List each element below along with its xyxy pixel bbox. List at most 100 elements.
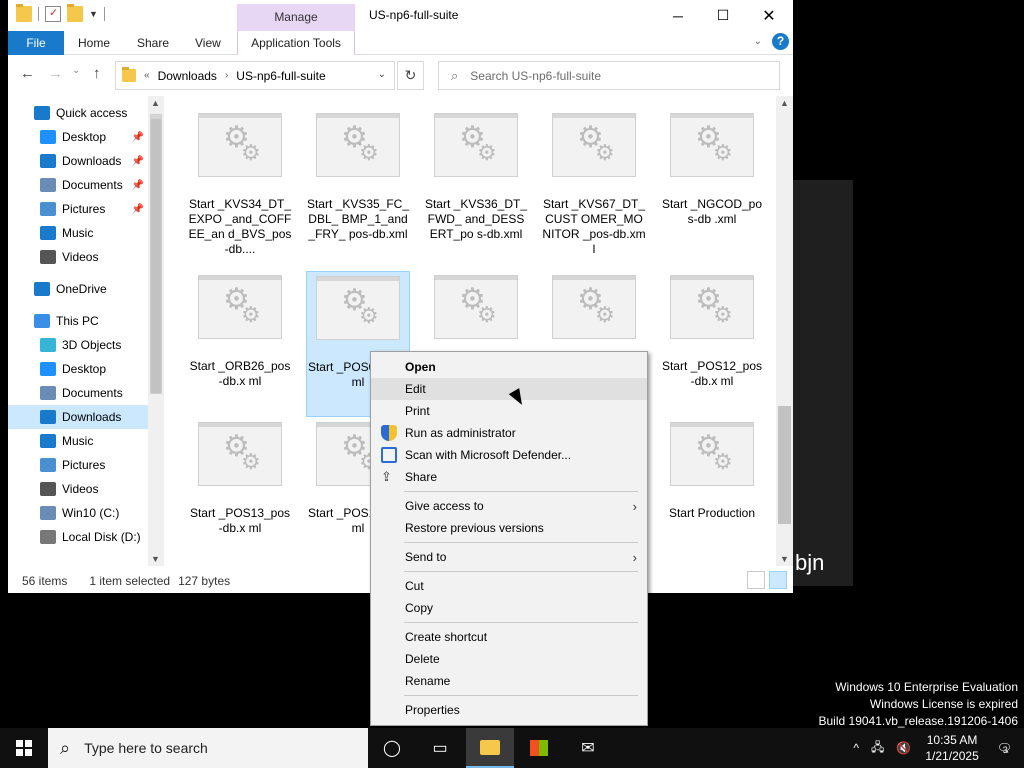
- details-view-button[interactable]: [747, 571, 765, 589]
- sidebar-item-3d-objects[interactable]: 3D Objects: [8, 333, 148, 357]
- menu-item-create-shortcut[interactable]: Create shortcut: [371, 626, 647, 648]
- network-icon[interactable]: 🖧: [871, 738, 884, 759]
- sidebar-item-pictures[interactable]: Pictures 📌: [8, 197, 148, 221]
- large-icons-view-button[interactable]: [769, 571, 787, 589]
- content-scrollbar[interactable]: ▲ ▼: [776, 96, 793, 566]
- task-view-icon[interactable]: ▭: [416, 728, 464, 768]
- sidebar-item-videos[interactable]: Videos: [8, 245, 148, 269]
- sidebar-item-desktop[interactable]: Desktop: [8, 357, 148, 381]
- file-name: Start _POS13_pos-db.x ml: [189, 506, 291, 535]
- manage-tab[interactable]: Manage: [237, 4, 355, 31]
- breadcrumb-current[interactable]: US-np6-full-suite: [236, 69, 325, 83]
- menu-item-run-as-administrator[interactable]: Run as administrator: [371, 422, 647, 444]
- maximize-button[interactable]: ☐: [700, 0, 746, 31]
- forward-arrow-icon[interactable]: →: [48, 65, 63, 82]
- sidebar-item-pictures[interactable]: Pictures: [8, 453, 148, 477]
- background-window[interactable]: bjn: [793, 180, 853, 586]
- address-row: ← → ⌄ ↑ « Downloads › US-np6-full-suite …: [8, 56, 793, 94]
- sidebar-item-music[interactable]: Music: [8, 429, 148, 453]
- minimize-button[interactable]: ─: [655, 0, 701, 31]
- nav-scrollbar[interactable]: ▲ ▼: [148, 96, 164, 566]
- cortana-icon[interactable]: ◯: [368, 728, 416, 768]
- sidebar-item-win10-c-[interactable]: Win10 (C:): [8, 501, 148, 525]
- clock[interactable]: 10:35 AM 1/21/2025: [925, 732, 978, 764]
- menu-item-label: Delete: [405, 652, 440, 666]
- sidebar-item-downloads[interactable]: Downloads: [8, 405, 148, 429]
- sidebar-item-videos[interactable]: Videos: [8, 477, 148, 501]
- file-item[interactable]: ⚙ ⚙ Start _POS12_pos-db.x ml: [660, 275, 764, 389]
- properties-icon[interactable]: [45, 6, 61, 22]
- menu-item-properties[interactable]: Properties: [371, 699, 647, 721]
- menu-item-give-access-to[interactable]: Give access to ›: [371, 495, 647, 517]
- expand-ribbon-icon[interactable]: ⌄: [754, 36, 762, 47]
- search-input[interactable]: ⌕ Search US-np6-full-suite: [438, 61, 780, 90]
- tab-share[interactable]: Share: [129, 31, 177, 55]
- tab-view[interactable]: View: [187, 31, 229, 55]
- menu-item-copy[interactable]: Copy: [371, 597, 647, 619]
- file-item[interactable]: ⚙⚙: [542, 275, 646, 359]
- menu-item-label: Properties: [405, 703, 460, 717]
- documents-icon: [40, 386, 56, 400]
- menu-item-print[interactable]: Print: [371, 400, 647, 422]
- menu-item-delete[interactable]: Delete: [371, 648, 647, 670]
- breadcrumb-downloads[interactable]: Downloads: [158, 69, 217, 83]
- qat-dropdown-icon[interactable]: ▼: [89, 9, 98, 19]
- sidebar-item-quick-access[interactable]: Quick access: [8, 101, 148, 125]
- file-item[interactable]: ⚙ ⚙ Start _KVS34_DT_EXPO _and_COFFEE_an d_…: [188, 113, 292, 257]
- store-icon[interactable]: [515, 728, 563, 768]
- ribbon: File Home Share View Application Tools ⌄…: [8, 31, 793, 55]
- new-folder-icon[interactable]: [67, 4, 83, 22]
- sidebar-item-onedrive[interactable]: OneDrive: [8, 277, 148, 301]
- tab-application-tools[interactable]: Application Tools: [237, 31, 355, 55]
- menu-item-open[interactable]: Open: [371, 356, 647, 378]
- up-arrow-icon[interactable]: ↑: [93, 65, 101, 82]
- file-item[interactable]: ⚙ ⚙ Start _NGCOD_pos-db .xml: [660, 113, 764, 227]
- sidebar-item-desktop[interactable]: Desktop 📌: [8, 125, 148, 149]
- tab-file[interactable]: File: [8, 31, 64, 55]
- address-bar[interactable]: « Downloads › US-np6-full-suite ⌄: [115, 61, 395, 90]
- file-item[interactable]: ⚙ ⚙ Start _KVS67_DT_CUST OMER_MONITOR _pos…: [542, 113, 646, 257]
- start-button[interactable]: [0, 728, 48, 768]
- help-icon[interactable]: ?: [772, 33, 789, 50]
- file-item[interactable]: ⚙ ⚙ Start _ORB26_pos-db.x ml: [188, 275, 292, 389]
- mail-icon[interactable]: ✉: [564, 728, 612, 768]
- sidebar-item-downloads[interactable]: Downloads 📌: [8, 149, 148, 173]
- file-item[interactable]: ⚙ ⚙ Start Production: [660, 422, 764, 521]
- notification-icon[interactable]: 🗨 3: [997, 741, 1012, 755]
- menu-item-restore-previous-versions[interactable]: Restore previous versions: [371, 517, 647, 539]
- file-item[interactable]: ⚙ ⚙ Start _KVS36_DT_FWD_ and_DESSERT_po s-…: [424, 113, 528, 242]
- menu-item-label: Give access to: [405, 499, 484, 513]
- close-button[interactable]: ✕: [746, 0, 792, 31]
- address-prefix[interactable]: «: [144, 70, 150, 81]
- sidebar-item-this-pc[interactable]: This PC: [8, 309, 148, 333]
- file-item[interactable]: ⚙⚙: [424, 275, 528, 359]
- file-explorer-taskbar-icon[interactable]: [466, 728, 514, 768]
- cube-icon: [40, 338, 56, 352]
- menu-item-rename[interactable]: Rename: [371, 670, 647, 692]
- sidebar-item-music[interactable]: Music: [8, 221, 148, 245]
- chevron-down-icon[interactable]: ⌄: [378, 69, 386, 80]
- refresh-button[interactable]: ↻: [397, 61, 424, 90]
- menu-separator: [404, 542, 638, 543]
- tray-chevron-icon[interactable]: ^: [853, 741, 859, 755]
- back-arrow-icon[interactable]: ←: [20, 65, 35, 82]
- volume-muted-icon[interactable]: 🔇: [896, 741, 911, 755]
- menu-item-edit[interactable]: Edit: [371, 378, 647, 400]
- menu-item-label: Create shortcut: [405, 630, 488, 644]
- sidebar-item-local-disk-d-[interactable]: Local Disk (D:): [8, 525, 148, 549]
- recent-locations-icon[interactable]: ⌄: [72, 65, 80, 76]
- sidebar-item-documents[interactable]: Documents 📌: [8, 173, 148, 197]
- taskbar-search[interactable]: ⌕ Type here to search: [48, 728, 368, 768]
- chevron-right-icon[interactable]: ›: [225, 70, 228, 81]
- tab-home[interactable]: Home: [70, 31, 118, 55]
- sidebar-item-documents[interactable]: Documents: [8, 381, 148, 405]
- menu-item-scan-with-microsoft-defender[interactable]: Scan with Microsoft Defender...: [371, 444, 647, 466]
- file-item[interactable]: ⚙ ⚙ Start _KVS35_FC_DBL_ BMP_1_and_FRY_ po…: [306, 113, 410, 242]
- documents-icon: [40, 178, 56, 192]
- file-item[interactable]: ⚙ ⚙ Start _POS13_pos-db.x ml: [188, 422, 292, 536]
- menu-item-share[interactable]: ⇪ Share: [371, 466, 647, 488]
- menu-item-cut[interactable]: Cut: [371, 575, 647, 597]
- menu-item-send-to[interactable]: Send to ›: [371, 546, 647, 568]
- search-icon: ⌕: [60, 737, 71, 758]
- pin-icon: 📌: [131, 179, 144, 191]
